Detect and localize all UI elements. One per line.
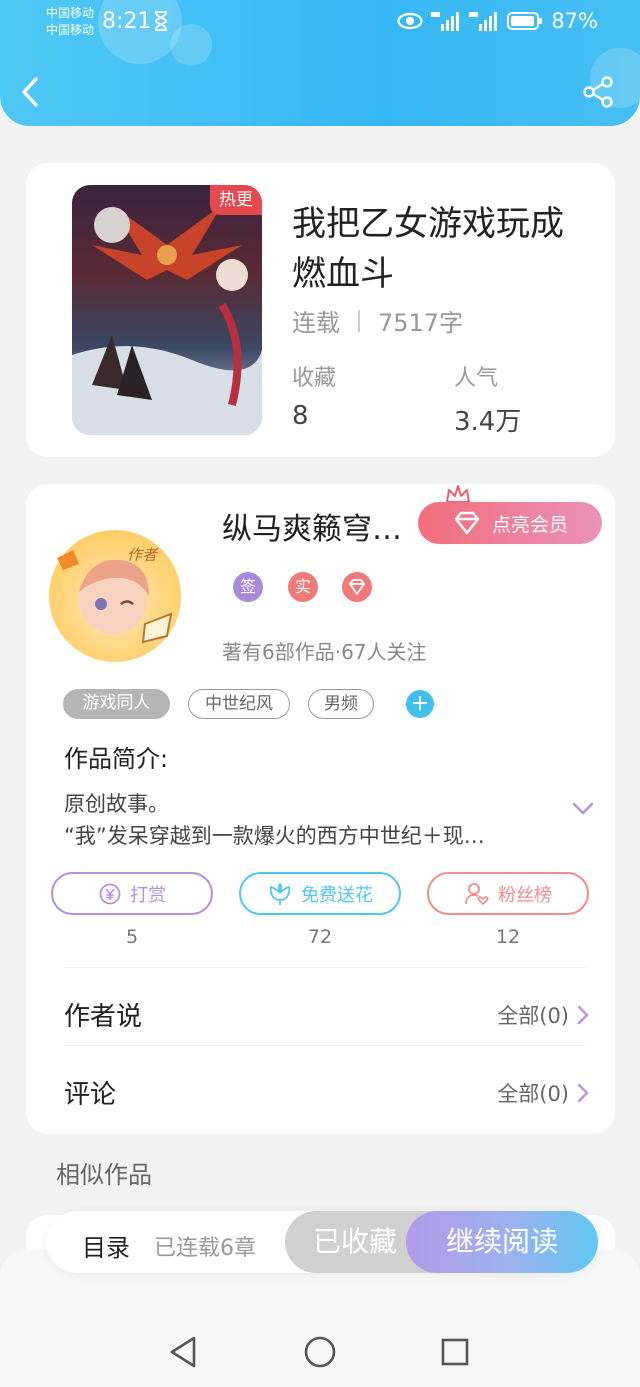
similar-works-title: 相似作品	[56, 1161, 152, 1189]
tag-game-fanfic[interactable]: 游戏同人	[63, 689, 170, 719]
fan-ranking-button[interactable]: 粉丝榜	[427, 872, 589, 915]
comments-link-label: 全部(0)	[497, 1082, 569, 1106]
divider	[64, 967, 586, 968]
carrier1: 中国移动	[46, 6, 95, 20]
continue-reading-button[interactable]: 继续阅读	[406, 1211, 598, 1273]
nav-home-icon[interactable]	[303, 1335, 337, 1369]
diamond-icon	[454, 511, 480, 535]
decor-bubble	[170, 24, 212, 66]
chevron-right-icon	[577, 1083, 589, 1103]
flower-count: 72	[307, 926, 333, 948]
verified-badge: 实	[288, 572, 318, 602]
tip-count: 5	[125, 926, 139, 948]
vip-button[interactable]: 点亮会员	[418, 502, 602, 544]
signed-badge: 签	[233, 572, 263, 602]
toc-button[interactable]: 目录	[82, 1228, 130, 1263]
back-button[interactable]	[20, 72, 50, 112]
meta-divider	[358, 309, 360, 332]
tip-button[interactable]: 打赏	[51, 872, 213, 915]
fan-ranking-label: 粉丝榜	[498, 884, 552, 906]
signal-icon	[469, 12, 498, 31]
status-right: 87%	[397, 9, 598, 33]
book-meta: 连载 7517字	[292, 303, 463, 338]
diamond-icon	[349, 579, 365, 595]
avatar-caption: 作者	[127, 546, 158, 564]
author-says-title[interactable]: 作者说	[64, 996, 142, 1033]
popularity-label: 人气	[454, 366, 499, 391]
favorites-label: 收藏	[292, 366, 337, 391]
book-cover[interactable]: 热更	[72, 185, 262, 435]
fan-count: 12	[495, 926, 521, 948]
battery-percent: 87%	[551, 9, 598, 33]
favorites-value: 8	[292, 401, 309, 431]
intro-line: 原创故事。	[64, 792, 169, 816]
author-says-link[interactable]: 全部(0)	[497, 1000, 589, 1030]
chevron-down-icon[interactable]	[572, 802, 594, 816]
book-info-card: 热更 我把乙女游戏玩成燃血斗 连载 7517字 收藏 8 人气 3.4万	[26, 163, 615, 457]
chevron-right-icon	[577, 1005, 589, 1025]
vip-label: 点亮会员	[491, 513, 568, 536]
eye-icon	[397, 12, 423, 30]
flower-icon	[269, 882, 291, 905]
header: 中国移动 中国移动 8:21 87%	[0, 0, 640, 126]
popularity-value: 3.4万	[454, 407, 522, 437]
divider	[64, 1045, 586, 1046]
hot-badge: 热更	[210, 185, 262, 215]
yen-coin-icon	[99, 883, 121, 904]
cover-art	[72, 205, 262, 435]
tip-label: 打赏	[130, 884, 166, 906]
intro-title: 作品简介:	[64, 745, 169, 773]
chevron-left-icon	[22, 77, 38, 107]
tag-male-channel[interactable]: 男频	[308, 689, 374, 719]
book-status: 连载	[292, 309, 340, 337]
book-title: 我把乙女游戏玩成燃血斗	[292, 204, 564, 294]
nav-recents-icon[interactable]	[440, 1335, 470, 1369]
author-says-link-label: 全部(0)	[497, 1004, 569, 1028]
comments-title[interactable]: 评论	[64, 1074, 116, 1111]
tag-medieval[interactable]: 中世纪风	[188, 689, 290, 719]
status-time: 8:21	[102, 9, 152, 34]
vip-diamond-badge	[342, 572, 372, 602]
author-avatar[interactable]: 作者	[49, 530, 181, 662]
author-follow-info: 著有6部作品·67人关注	[222, 640, 427, 664]
avatar-art	[57, 550, 173, 644]
send-flower-button[interactable]: 免费送花	[239, 872, 401, 915]
user-heart-icon	[465, 882, 489, 905]
share-icon[interactable]	[580, 74, 616, 110]
author-name[interactable]: 纵马爽籁穹…	[222, 504, 402, 548]
carrier-label: 中国移动 中国移动	[46, 5, 94, 39]
word-count: 7517字	[378, 309, 464, 337]
battery-icon	[507, 12, 543, 30]
send-flower-label: 免费送花	[301, 884, 373, 906]
toc-chapter-count[interactable]: 已连载6章	[154, 1230, 256, 1262]
comments-link[interactable]: 全部(0)	[497, 1078, 589, 1108]
nav-back-icon[interactable]	[168, 1335, 198, 1369]
signal-icon	[431, 12, 460, 31]
author-card: 作者 纵马爽籁穹… 点亮会员 签 实 著有6部作品·67人关注 游戏同人 中世纪…	[26, 484, 615, 1134]
carrier2: 中国移动	[46, 23, 95, 37]
add-tag-button[interactable]: +	[406, 690, 434, 718]
intro-text: 原创故事。 “我”发呆穿越到一款爆火的西方中世纪＋现…	[64, 788, 554, 852]
hourglass-icon	[155, 11, 167, 31]
intro-line: “我”发呆穿越到一款爆火的西方中世纪＋现…	[64, 824, 485, 848]
